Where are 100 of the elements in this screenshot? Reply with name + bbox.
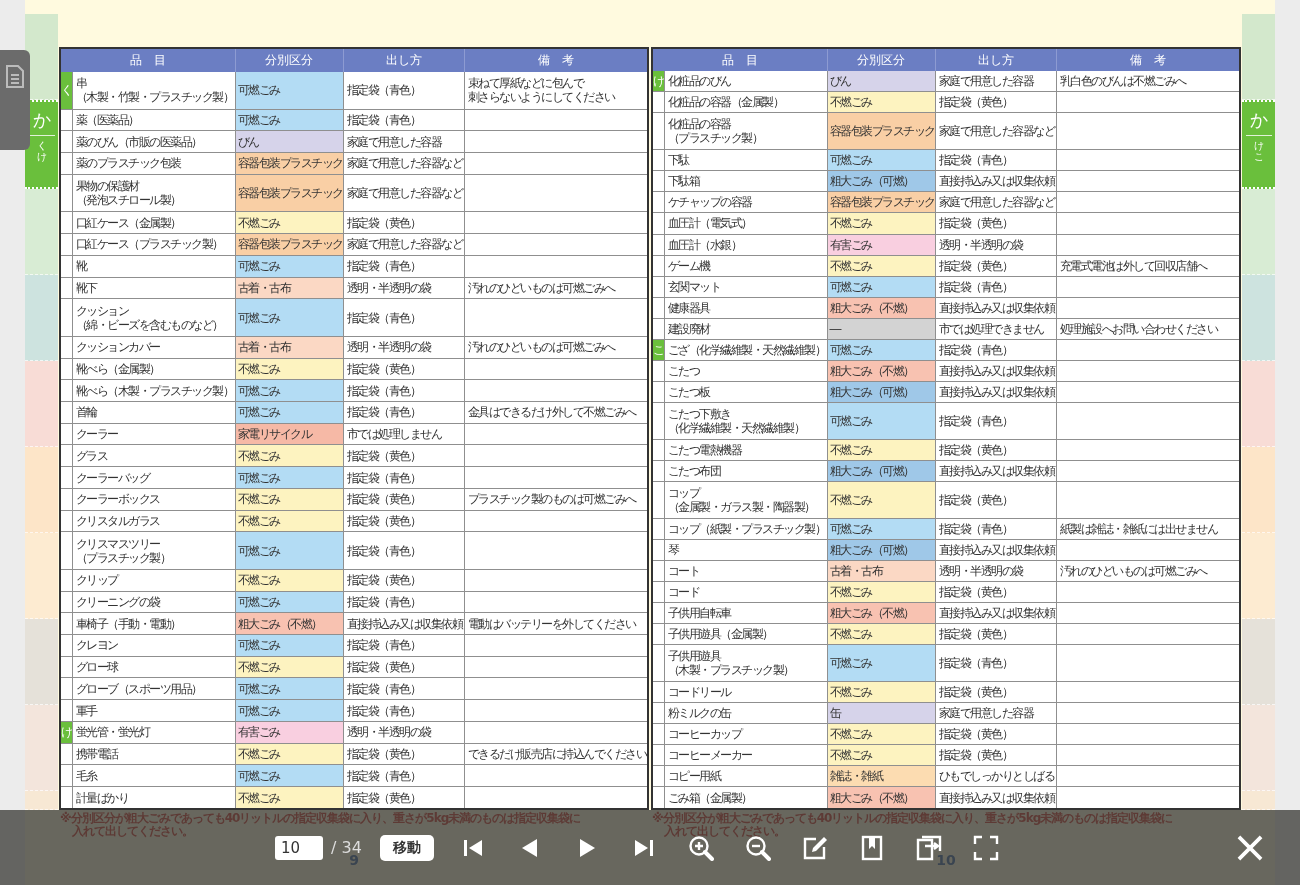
table-cell: 健康器具 <box>664 297 827 319</box>
table-cell: 金具はできるだけ外して不燃ごみへ <box>464 401 648 424</box>
index-letter: く <box>60 72 72 110</box>
table-cell: 携帯電話 <box>72 743 235 765</box>
table-cell: 家庭で用意した容器など <box>935 191 1056 213</box>
cell-text: 化粧品の容器 <box>667 117 731 132</box>
column-header: 品 目 <box>652 48 827 72</box>
table-cell: 直接持込み又は収集依頼 <box>935 460 1056 482</box>
table-cell: 粉ミルクの缶 <box>664 702 827 724</box>
table-cell: 指定袋（青色） <box>343 298 464 337</box>
table-cell: 指定袋（青色） <box>343 591 464 613</box>
category-cell: 可燃ごみ <box>827 644 935 682</box>
table-cell: 指定袋（黄色） <box>935 723 1056 745</box>
table-cell: 車椅子（手動・電動） <box>72 612 235 635</box>
table-cell: コート <box>664 560 827 582</box>
table-cell: コピー用紙 <box>664 765 827 787</box>
cell-text: クリスマスツリー <box>75 536 160 551</box>
cell-text: 刺さらないようにしてください <box>467 90 615 105</box>
table-cell: こたつ板 <box>664 381 827 403</box>
table-cell: 直接持込み又は収集依頼 <box>935 786 1056 809</box>
table-cell: 指定袋（青色） <box>935 276 1056 298</box>
table-cell: 子供用自転車 <box>664 602 827 624</box>
index-letter: け <box>652 71 664 92</box>
table-cell: 指定袋（青色） <box>343 678 464 700</box>
table-cell: 紙製は雑誌・雑紙には出せません <box>1056 518 1240 540</box>
index-letter: こ <box>652 339 664 361</box>
table-cell: 指定袋（黄色） <box>935 623 1056 645</box>
table-cell: 指定袋（黄色） <box>343 211 464 234</box>
cell-text: 子供用遊具 <box>667 649 720 664</box>
table-cell: 指定袋（黄色） <box>343 510 464 532</box>
fullscreen-icon[interactable] <box>972 834 999 861</box>
table-cell: 指定袋（黄色） <box>343 743 464 765</box>
index-letter: け <box>60 721 72 744</box>
table-cell: 指定袋（黄色） <box>343 488 464 511</box>
table-cell: 指定袋（黄色） <box>935 255 1056 277</box>
table-cell: 直接持込み又は収集依頼 <box>343 612 464 635</box>
table-cell: 靴 <box>72 255 235 278</box>
cell-text: こたつ下敷き <box>667 407 731 422</box>
cell-text: （化学繊維製・天然繊維製） <box>667 421 804 436</box>
column-header: 出し方 <box>343 48 464 72</box>
side-panel-tab[interactable] <box>0 50 30 150</box>
table-cell: 口紅ケース（金属製） <box>72 211 235 234</box>
table-cell: 直接持込み又は収集依頼 <box>935 170 1056 192</box>
cell-text: 果物の保護材 <box>75 179 139 194</box>
edit-icon[interactable] <box>801 834 828 861</box>
table-cell: 家庭で用意した容器など <box>935 112 1056 150</box>
column-header: 出し方 <box>935 48 1056 72</box>
table-cell: ござ（化学繊維製・天然繊維製） <box>664 339 827 361</box>
cell-text: コップ <box>667 485 699 500</box>
table-cell: 透明・半透明の袋 <box>343 721 464 744</box>
cell-text: （木製・竹製・プラスチック製） <box>75 90 233 105</box>
table-cell: 指定袋（黄色） <box>343 444 464 467</box>
table-cell: 口紅ケース（プラスチック製） <box>72 233 235 256</box>
table-cell: 指定袋（黄色） <box>935 439 1056 461</box>
table-cell: 指定袋（黄色） <box>343 358 464 380</box>
cell-text: （綿・ビーズを含むものなど） <box>75 317 223 332</box>
table-cell: 透明・半透明の袋 <box>343 336 464 359</box>
table-cell: 血圧計（電気式） <box>664 212 827 234</box>
column-header: 備 考 <box>1056 48 1240 72</box>
page-number-field[interactable]: 10 <box>275 835 323 860</box>
table-cell: 蛍光管・蛍光灯 <box>72 721 235 744</box>
table-cell: 軍手 <box>72 699 235 722</box>
table-cell: 指定袋（黄色） <box>343 569 464 592</box>
table-cell: 指定袋（青色） <box>343 401 464 424</box>
table-cell: 家庭で用意した容器 <box>935 71 1056 92</box>
table-cell: 指定袋（青色） <box>935 149 1056 171</box>
table-cell: 汚れのひどいものは可燃ごみへ <box>1056 560 1240 582</box>
table-cell: 指定袋（黄色） <box>935 91 1056 113</box>
column-header: 分別区分 <box>235 48 343 72</box>
category-cell: 容器包装プラスチック <box>235 174 343 212</box>
category-cell: 可燃ごみ <box>235 298 343 337</box>
table-cell: 充電式電池は外して回収店舗へ <box>1056 255 1240 277</box>
table-cell: 直接持込み又は収集依頼 <box>935 602 1056 624</box>
table-cell: クッションカバー <box>72 336 235 359</box>
table-cell: 指定袋（青色） <box>343 466 464 489</box>
cell-text: （プラスチック製） <box>75 550 170 565</box>
table-cell: ゲーム機 <box>664 255 827 277</box>
table-cell: 直接持込み又は収集依頼 <box>935 539 1056 561</box>
table-cell: クレヨン <box>72 634 235 657</box>
cell-text: （木製・プラスチック製） <box>667 663 794 678</box>
table-cell: 指定袋（青色） <box>343 764 464 787</box>
table-cell: 指定袋（青色） <box>343 109 464 131</box>
go-button[interactable]: 移動 <box>379 834 434 861</box>
table-cell: ごみ箱（金属製） <box>664 786 827 809</box>
table-cell: クリスタルガラス <box>72 510 235 532</box>
table-cell: 靴べら（金属製） <box>72 358 235 380</box>
table-cell: こたつ電熱機器 <box>664 439 827 461</box>
table-cell: クリップ <box>72 569 235 592</box>
cell-text: クッション <box>75 303 128 318</box>
index-tab[interactable] <box>25 14 58 100</box>
table-cell: 指定袋（黄色） <box>935 481 1056 519</box>
table-cell: 薬のプラスチック包装 <box>72 152 235 175</box>
cell-text: （金属製・ガラス製・陶器製） <box>667 499 815 514</box>
table-cell: 指定袋（青色） <box>343 379 464 402</box>
table-cell: 家庭で用意した容器など <box>343 174 464 212</box>
table-cell: 乳白色のびんは不燃ごみへ <box>1056 71 1240 92</box>
table-cell: 化粧品の容器（金属製） <box>664 91 827 113</box>
table-cell: プラスチック製のものは可燃ごみへ <box>464 488 648 511</box>
table-cell: 下駄箱 <box>664 170 827 192</box>
table-cell: 計量ばかり <box>72 786 235 809</box>
